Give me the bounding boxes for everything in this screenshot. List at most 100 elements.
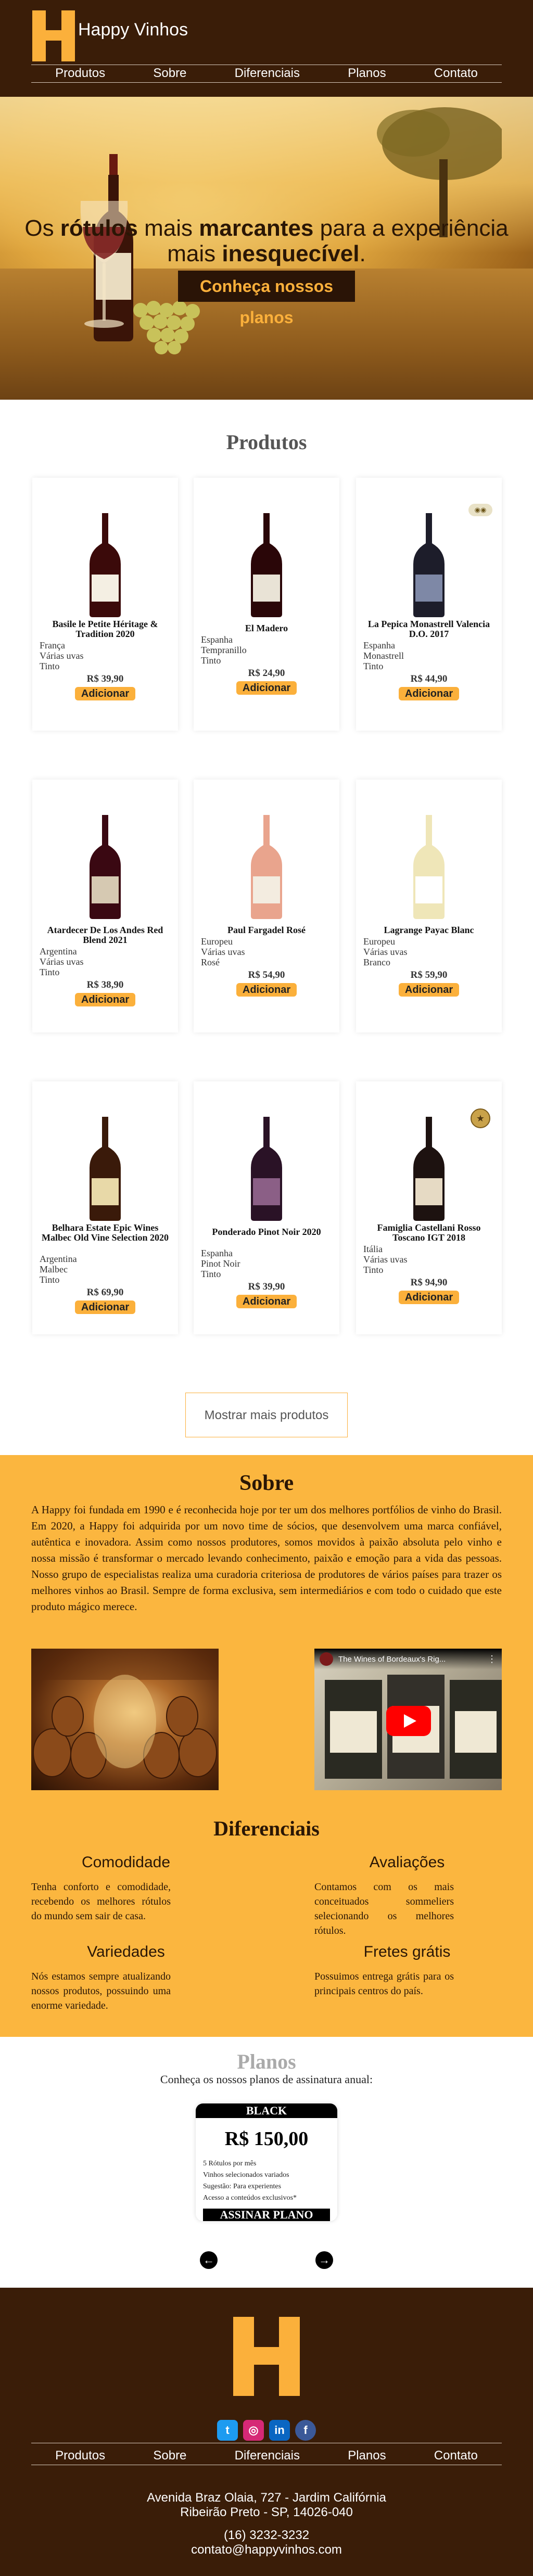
product-name[interactable]: Lagrange Payac Blanc xyxy=(362,925,496,935)
product-country: Itália xyxy=(363,1244,383,1254)
product-type: Branco xyxy=(363,957,390,967)
product-name[interactable]: La Pepica Monastrell Valencia D.O. 2017 xyxy=(362,619,496,639)
product-card[interactable]: Paul Fargadel Rosé Europeu Várias uvas Rosé… xyxy=(194,780,339,1032)
footer-email[interactable]: contato@happyvinhos.com xyxy=(0,2543,533,2557)
product-name[interactable]: Atardecer De Los Andes Red Blend 2021 xyxy=(39,925,172,945)
wine-bottle-icon xyxy=(251,513,282,617)
award-badge-icon: ◉◉ xyxy=(468,504,492,516)
hero-text: mais xyxy=(167,241,222,267)
product-grape: Tempranillo xyxy=(201,645,247,655)
plans-cta-button[interactable]: Conheça nossos planos xyxy=(178,271,355,327)
footer-link-sobre[interactable]: Sobre xyxy=(153,2449,186,2463)
product-name[interactable]: Belhara Estate Epic Wines Malbec Old Vin… xyxy=(39,1223,172,1243)
add-to-cart-button[interactable]: Adicionar xyxy=(399,983,459,997)
footer-nav: Produtos Sobre Diferenciais Planos Conta… xyxy=(31,2449,502,2463)
product-name[interactable]: Famiglia Castellani Rosso Toscano IGT 20… xyxy=(362,1223,496,1243)
arrow-right-icon[interactable]: → xyxy=(315,2251,333,2269)
products-title: Produtos xyxy=(226,430,307,454)
product-country: Espanha xyxy=(201,634,233,645)
product-name[interactable]: Ponderado Pinot Noir 2020 xyxy=(200,1227,333,1237)
differentials-title: Diferenciais xyxy=(213,1817,320,1840)
product-card[interactable]: Belhara Estate Epic Wines Malbec Old Vin… xyxy=(32,1081,178,1334)
facebook-icon[interactable]: f xyxy=(295,2420,316,2441)
video-header: The Wines of Bordeaux's Rig... ⋮ xyxy=(314,1649,502,1669)
footer-link-planos[interactable]: Planos xyxy=(348,2449,386,2463)
twitter-icon[interactable]: t xyxy=(217,2420,238,2441)
hero-text: mais xyxy=(137,215,199,241)
add-to-cart-button[interactable]: Adicionar xyxy=(75,1300,135,1314)
nav-link-produtos[interactable]: Produtos xyxy=(55,66,105,81)
add-to-cart-button[interactable]: Adicionar xyxy=(236,681,297,695)
differential-title: Variedades xyxy=(87,1943,165,1960)
footer-link-diferenciais[interactable]: Diferenciais xyxy=(235,2449,300,2463)
add-to-cart-button[interactable]: Adicionar xyxy=(75,687,135,700)
subscribe-button[interactable]: ASSINAR PLANO xyxy=(203,2209,330,2221)
hero-text-bold: marcantes xyxy=(199,215,314,241)
product-card[interactable]: ★ Famiglia Castellani Rosso Toscano IGT 2… xyxy=(356,1081,502,1334)
product-card[interactable]: Basile le Petite Héritage & Tradition 20… xyxy=(32,478,178,731)
wine-bottle-icon xyxy=(413,513,445,617)
product-price: R$ 24,90 xyxy=(248,668,285,679)
product-type: Rosé xyxy=(201,957,220,967)
product-name[interactable]: Paul Fargadel Rosé xyxy=(200,925,333,935)
video-title: The Wines of Bordeaux's Rig... xyxy=(338,1654,446,1664)
linkedin-icon[interactable]: in xyxy=(269,2420,290,2441)
add-to-cart-button[interactable]: Adicionar xyxy=(236,983,297,997)
product-price: R$ 39,90 xyxy=(86,673,124,684)
product-card[interactable]: ◉◉ La Pepica Monastrell Valencia D.O. 201… xyxy=(356,478,502,731)
footer-address-line: Ribeirão Preto - SP, 14026-040 xyxy=(180,2505,353,2519)
product-country: Espanha xyxy=(201,1248,233,1258)
about-title: Sobre xyxy=(239,1471,294,1495)
product-card[interactable]: Atardecer De Los Andes Red Blend 2021 Arg… xyxy=(32,780,178,1032)
product-country: Europeu xyxy=(201,936,233,947)
product-card[interactable]: El Madero Espanha Tempranillo Tinto R$ 24,90… xyxy=(194,478,339,731)
nav-link-planos[interactable]: Planos xyxy=(348,66,386,81)
product-card[interactable]: Lagrange Payac Blanc Europeu Várias uvas Br… xyxy=(356,780,502,1032)
arrow-left-icon[interactable]: ← xyxy=(200,2251,218,2269)
wine-bottle-icon xyxy=(251,815,282,919)
hero-banner: Os rótulos mais marcantes para a experiê… xyxy=(0,97,533,400)
logo-icon[interactable] xyxy=(32,10,75,61)
show-more-button[interactable]: Mostrar mais produtos xyxy=(185,1393,348,1437)
product-type: Tinto xyxy=(40,967,60,977)
product-card[interactable]: Ponderado Pinot Noir 2020 Espanha Pinot No… xyxy=(194,1081,339,1334)
plan-card: BLACK R$ 150,00 5 Rótulos por mês Vinhos… xyxy=(196,2103,337,2221)
plan-feature: Acesso a conteúdos exclusivos* xyxy=(203,2194,297,2202)
footer-phone: (16) 3232-3232 xyxy=(223,2528,310,2542)
instagram-icon[interactable]: ◎ xyxy=(243,2420,264,2441)
product-price: R$ 38,90 xyxy=(86,979,124,990)
product-grape: Pinot Noir xyxy=(201,1258,240,1269)
product-country: Espanha xyxy=(363,640,395,651)
product-name[interactable]: Basile le Petite Héritage & Tradition 20… xyxy=(39,619,172,639)
footer-logo-icon[interactable] xyxy=(233,2317,300,2396)
footer-link-produtos[interactable]: Produtos xyxy=(55,2449,105,2463)
differential-text: Contamos com os mais conceituados sommel… xyxy=(314,1881,454,1936)
differential-title: Comodidade xyxy=(81,1854,171,1871)
nav-link-contato[interactable]: Contato xyxy=(434,66,478,81)
product-price: R$ 54,90 xyxy=(248,970,285,980)
wine-bottle-icon xyxy=(413,815,445,919)
nav-link-diferenciais[interactable]: Diferenciais xyxy=(235,66,300,81)
product-price: R$ 39,90 xyxy=(248,1281,285,1292)
add-to-cart-button[interactable]: Adicionar xyxy=(236,1295,297,1308)
product-price: R$ 44,90 xyxy=(410,673,448,684)
add-to-cart-button[interactable]: Adicionar xyxy=(399,1291,459,1304)
more-options-icon[interactable]: ⋮ xyxy=(487,1654,497,1665)
nav-divider-bottom xyxy=(31,82,502,83)
product-grape: Várias uvas xyxy=(201,947,245,957)
product-name[interactable]: El Madero xyxy=(200,623,333,633)
nav-link-sobre[interactable]: Sobre xyxy=(153,66,186,81)
youtube-video[interactable]: The Wines of Bordeaux's Rig... ⋮ xyxy=(314,1649,502,1790)
social-links: t ◎ in f xyxy=(214,2420,319,2441)
differential-text: Tenha conforto e comodidade, recebendo o… xyxy=(31,1881,171,1922)
hero-text-bold: rótulos xyxy=(60,215,138,241)
differential-title: Fretes grátis xyxy=(363,1943,451,1960)
footer-link-contato[interactable]: Contato xyxy=(434,2449,478,2463)
add-to-cart-button[interactable]: Adicionar xyxy=(399,687,459,700)
wine-bottle-icon xyxy=(90,1117,121,1221)
add-to-cart-button[interactable]: Adicionar xyxy=(75,993,135,1006)
product-grape: Várias uvas xyxy=(363,1254,408,1265)
product-country: Argentina xyxy=(40,946,77,957)
play-icon[interactable] xyxy=(386,1706,431,1736)
differential-text: Nós estamos sempre atualizando nossos pr… xyxy=(31,1971,171,2011)
